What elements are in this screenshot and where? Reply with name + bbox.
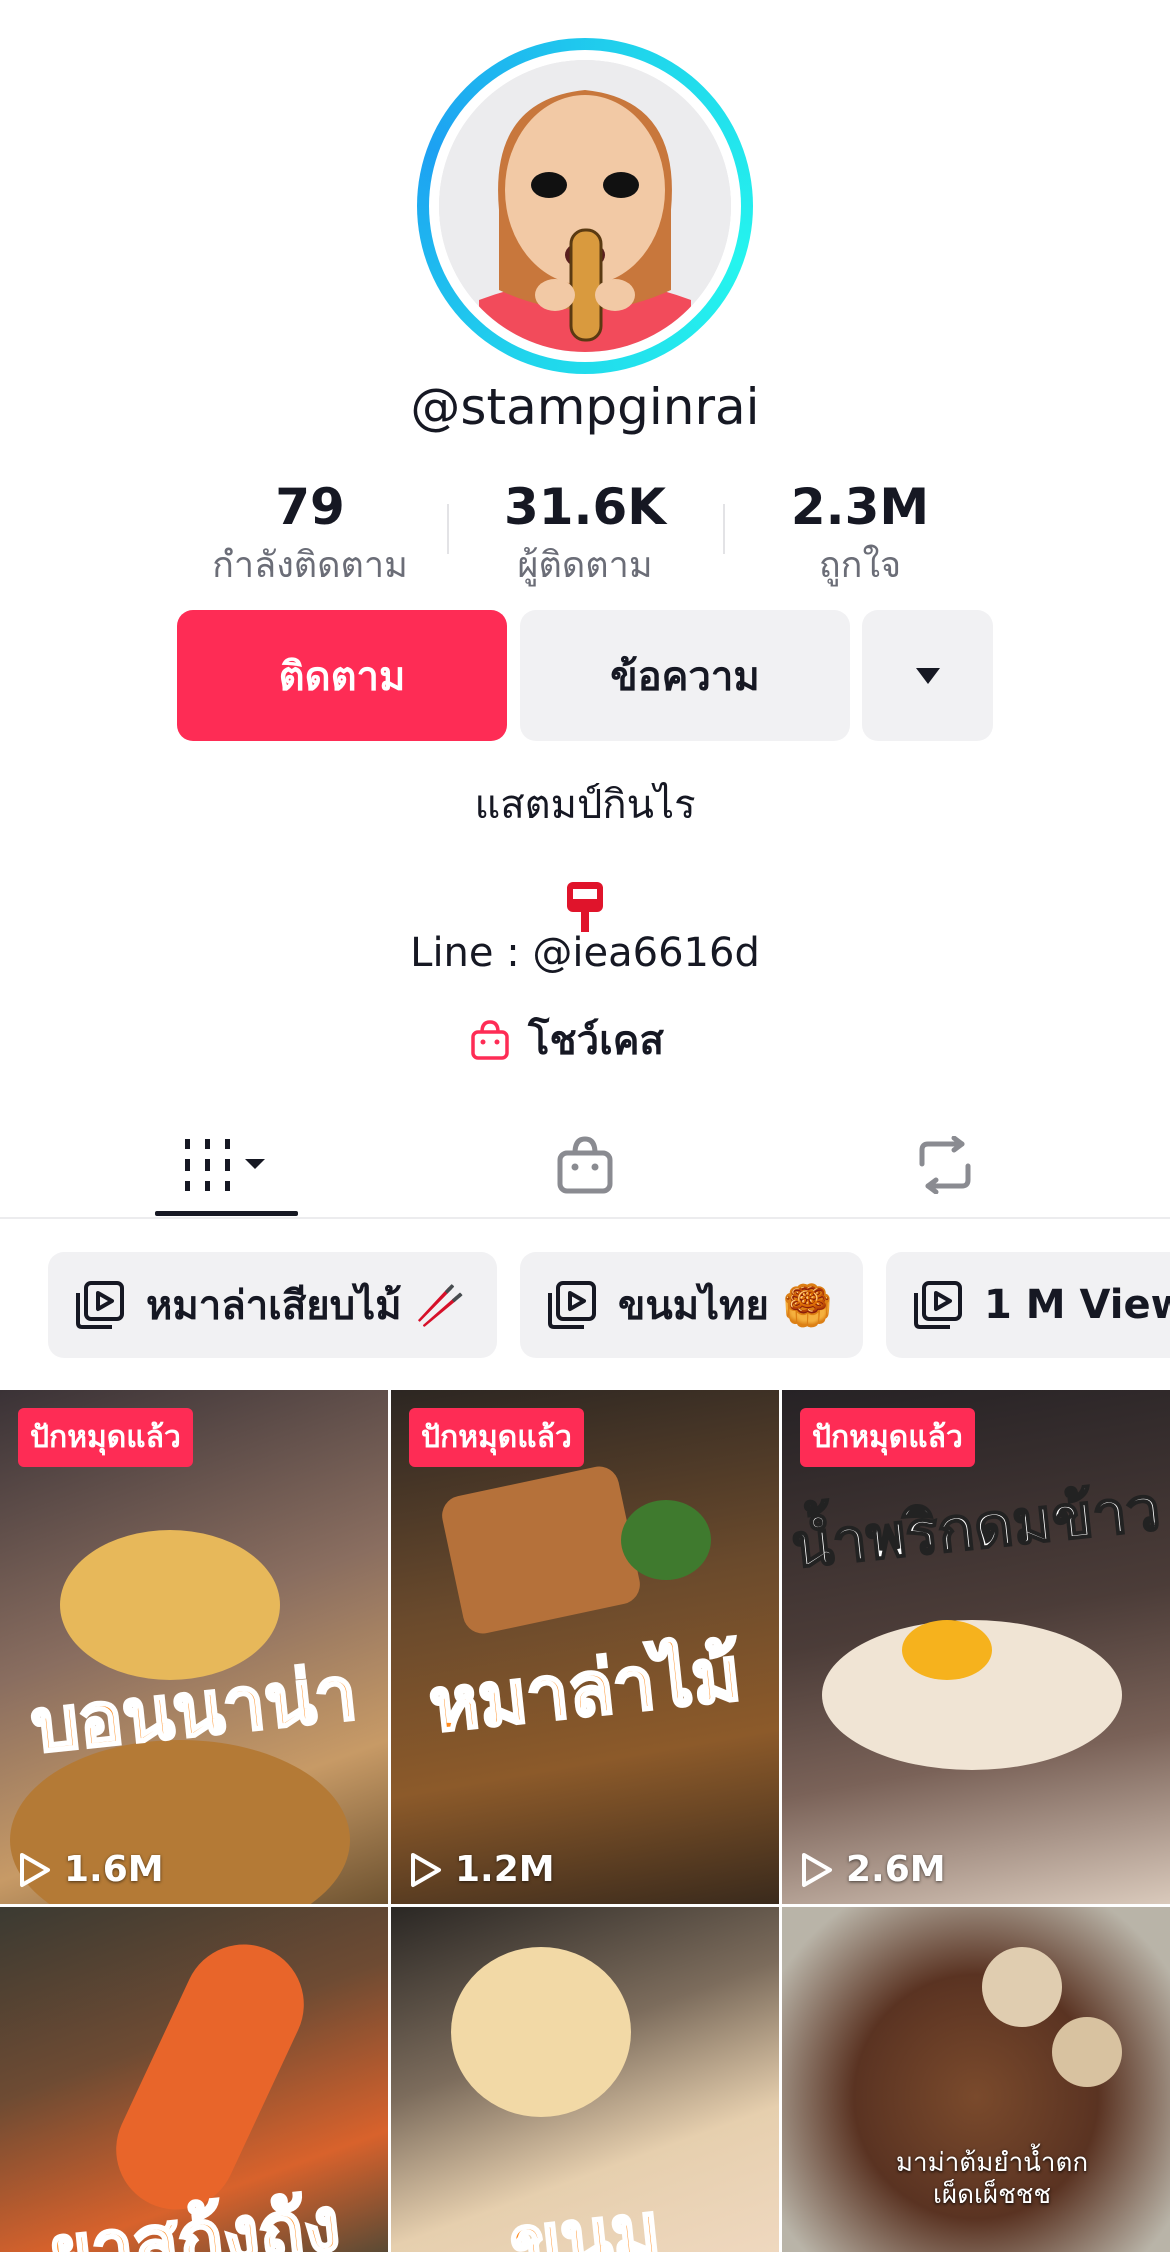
thumbnail-food: [902, 1620, 992, 1680]
username: @stampginrai: [410, 378, 760, 436]
video-thumbnail[interactable]: มาม่าต้มยำน้ำตก เผ็ดเผ็ชชช: [782, 1907, 1170, 2252]
thumbnail-food: [1052, 2017, 1122, 2087]
video-thumbnail[interactable]: น้ำพริกดมข้าว ปักหมุดแล้ว 2.6M: [782, 1390, 1170, 1904]
thumbnail-overlay-text: บอนนาน่า: [26, 1649, 362, 1772]
avatar-border: [429, 50, 741, 362]
more-options-button[interactable]: [862, 610, 993, 741]
stat-value: 31.6K: [503, 478, 667, 536]
pinned-badge: ปักหมุดแล้ว: [800, 1408, 975, 1467]
thumbnail-food: [451, 1947, 631, 2117]
grid-videos-icon: [184, 1139, 265, 1191]
thumbnail-overlay-text: ขนม: [505, 2185, 666, 2252]
follow-button[interactable]: ติดตาม: [177, 610, 507, 741]
thumbnail-overlay-text: หมาล่าไม้: [424, 1629, 746, 1750]
video-thumbnail[interactable]: หมาล่าไม้ ปักหมุดแล้ว 1.2M: [391, 1390, 779, 1904]
thumbnail-overlay-text: น้ำพริกดมข้าว: [788, 1473, 1165, 1583]
playlist-icon: [548, 1281, 596, 1329]
stat-value: 2.3M: [790, 478, 930, 536]
tabs-divider: [0, 1217, 1170, 1219]
thumbnail-caption: มาม่าต้มยำน้ำตก เผ็ดเผ็ชชช: [895, 2148, 1089, 2210]
video-thumbnail[interactable]: บอนนาน่า ปักหมุดแล้ว 1.6M: [0, 1390, 388, 1904]
showcase-link[interactable]: โชว์เคส: [468, 1008, 664, 1072]
tab-shop[interactable]: [540, 1125, 630, 1205]
stat-label: ผู้ติดตาม: [517, 545, 653, 586]
playlist-label: 1 M View: [984, 1282, 1170, 1328]
pinned-badge: ปักหมุดแล้ว: [18, 1408, 193, 1467]
play-icon: [411, 1852, 441, 1887]
stat-likes[interactable]: 2.3M ถูกใจ: [740, 478, 980, 593]
stat-followers[interactable]: 31.6K ผู้ติดตาม: [465, 478, 705, 593]
postbox-icon: [563, 880, 607, 934]
play-icon: [20, 1852, 50, 1887]
showcase-label: โชว์เคส: [528, 1018, 664, 1064]
shop-bag-icon: [557, 1136, 613, 1194]
bio-link: Line : @iea6616d: [410, 930, 760, 976]
tab-active-indicator: [155, 1211, 298, 1216]
view-count-value: 1.2M: [455, 1849, 555, 1890]
playlist-label: หมาล่าเสียบไม้ 🥢: [146, 1283, 466, 1329]
thumbnail-food: [982, 1947, 1062, 2027]
view-count: 2.6M: [800, 1849, 946, 1890]
view-count: 1.6M: [18, 1849, 164, 1890]
stat-divider: [723, 504, 725, 554]
stat-following[interactable]: 79 กำลังติดตาม: [190, 478, 430, 593]
tab-reposts[interactable]: [900, 1125, 990, 1205]
pinned-badge: ปักหมุดแล้ว: [409, 1408, 584, 1467]
display-name: แสตมป์กินไร: [474, 782, 696, 828]
repost-icon: [919, 1136, 971, 1194]
stat-label: กำลังติดตาม: [212, 545, 408, 586]
view-count-value: 2.6M: [846, 1849, 946, 1890]
playlist-chip[interactable]: หมาล่าเสียบไม้ 🥢: [48, 1252, 497, 1358]
message-button[interactable]: ข้อความ: [520, 610, 850, 741]
thumbnail-food: [621, 1500, 711, 1580]
stat-label: ถูกใจ: [818, 545, 902, 586]
video-thumbnail[interactable]: ขนม: [391, 1907, 779, 2252]
caret-down-icon: [915, 667, 940, 684]
playlist-label: ขนมไทย 🥮: [618, 1283, 833, 1329]
tab-videos[interactable]: [155, 1125, 298, 1205]
view-count: 1.2M: [409, 1849, 555, 1890]
avatar[interactable]: [417, 38, 753, 374]
avatar-image: [439, 60, 731, 352]
playlist-icon: [76, 1281, 124, 1329]
stat-value: 79: [275, 478, 345, 536]
playlist-icon: [914, 1281, 962, 1329]
stat-divider: [447, 504, 449, 554]
video-thumbnail[interactable]: ยาสกุ้งถัง: [0, 1907, 388, 2252]
play-icon: [802, 1852, 832, 1887]
shopping-bag-icon: [471, 1020, 509, 1060]
playlist-chip[interactable]: 1 M View: [886, 1252, 1170, 1358]
playlist-chip[interactable]: ขนมไทย 🥮: [520, 1252, 863, 1358]
thumbnail-food: [438, 1462, 644, 1638]
view-count-value: 1.6M: [64, 1849, 164, 1890]
